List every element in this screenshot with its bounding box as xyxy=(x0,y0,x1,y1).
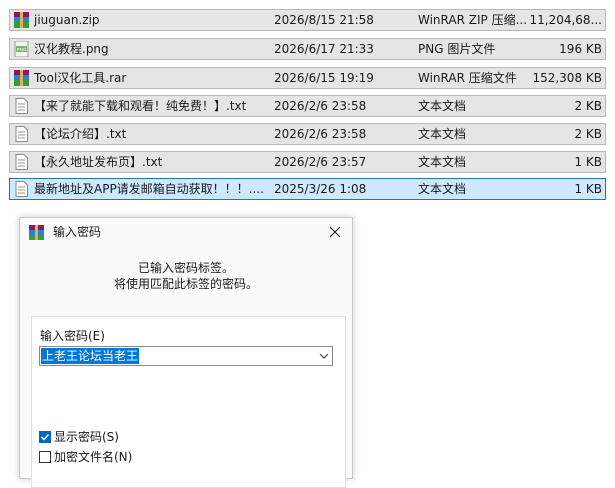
file-row[interactable]: 【论坛介绍】.txt 2026/2/6 23:58 文本文档 2 KB xyxy=(9,123,606,145)
chevron-down-icon[interactable] xyxy=(319,352,329,360)
winrar-app-icon xyxy=(29,225,44,240)
file-name: jiuguan.zip xyxy=(34,13,100,27)
checkmark-icon xyxy=(40,433,50,441)
close-icon xyxy=(329,226,341,238)
show-password-checkbox[interactable]: 显示密码(S) xyxy=(39,428,119,445)
dialog-info: 已输入密码标签。 将使用匹配此标签的密码。 xyxy=(20,260,352,292)
file-date: 2026/2/6 23:57 xyxy=(274,155,367,169)
text-file-icon xyxy=(15,181,28,197)
file-date: 2026/8/15 21:58 xyxy=(274,13,374,27)
password-value: 上老王论坛当老王 xyxy=(41,348,140,364)
file-row[interactable]: 【来了就能下载和观看！纯免费！】.txt 2026/2/6 23:58 文本文档… xyxy=(9,95,606,117)
password-group: 输入密码(E) 上老王论坛当老王 显示密码(S) 加密文件名(N) xyxy=(31,316,346,488)
file-row-selected[interactable]: 最新地址及APP请发邮箱自动获取！！！.... 2025/3/26 1:08 文… xyxy=(9,178,606,200)
file-date: 2026/2/6 23:58 xyxy=(274,127,367,141)
dialog-titlebar[interactable]: 输入密码 xyxy=(20,218,352,246)
checkbox-checked[interactable] xyxy=(39,430,51,443)
info-line: 将使用匹配此标签的密码。 xyxy=(113,277,258,291)
file-name: 【永久地址发布页】.txt xyxy=(34,155,163,169)
file-date: 2025/3/26 1:08 xyxy=(274,182,367,196)
dialog-title: 输入密码 xyxy=(53,225,102,239)
file-size: 11,204,68... xyxy=(529,13,602,27)
text-file-icon xyxy=(15,154,28,170)
file-date: 2026/6/17 21:33 xyxy=(274,42,374,56)
file-size: 2 KB xyxy=(574,99,602,113)
png-file-icon: PNG xyxy=(14,41,29,57)
file-name: 汉化教程.png xyxy=(34,42,109,56)
file-name: 【来了就能下载和观看！纯免费！】.txt xyxy=(34,99,247,113)
checkbox-unchecked[interactable] xyxy=(39,450,51,463)
file-name: Tool汉化工具.rar xyxy=(34,71,127,85)
winrar-archive-icon xyxy=(14,12,29,28)
file-name: 【论坛介绍】.txt xyxy=(34,127,127,141)
file-row[interactable]: 【永久地址发布页】.txt 2026/2/6 23:57 文本文档 1 KB xyxy=(9,151,606,173)
info-line: 已输入密码标签。 xyxy=(137,261,234,275)
password-dialog: 输入密码 已输入密码标签。 将使用匹配此标签的密码。 输入密码(E) 上老王论坛… xyxy=(19,217,353,488)
file-date: 2026/2/6 23:58 xyxy=(274,99,367,113)
file-size: 1 KB xyxy=(574,155,602,169)
file-size: 196 KB xyxy=(559,42,602,56)
password-label: 输入密码(E) xyxy=(40,329,105,343)
file-date: 2026/6/15 19:19 xyxy=(274,71,374,85)
file-size: 1 KB xyxy=(574,182,602,196)
password-input[interactable]: 上老王论坛当老王 xyxy=(39,346,333,366)
encrypt-filenames-checkbox[interactable]: 加密文件名(N) xyxy=(39,448,132,465)
winrar-archive-icon xyxy=(14,70,29,86)
text-file-icon xyxy=(15,98,28,114)
text-file-icon xyxy=(15,126,28,142)
file-row[interactable]: Tool汉化工具.rar 2026/6/15 19:19 WinRAR 压缩文件… xyxy=(9,67,606,89)
close-button[interactable] xyxy=(318,218,352,246)
file-name: 最新地址及APP请发邮箱自动获取！！！.... xyxy=(34,182,264,196)
file-row[interactable]: PNG 汉化教程.png 2026/6/17 21:33 PNG 图片文件 19… xyxy=(9,38,606,60)
file-size: 152,308 KB xyxy=(532,71,602,85)
svg-text:PNG: PNG xyxy=(17,47,27,52)
file-size: 2 KB xyxy=(574,127,602,141)
show-password-label: 显示密码(S) xyxy=(54,430,119,444)
encrypt-filenames-label: 加密文件名(N) xyxy=(54,450,133,464)
file-row[interactable]: jiuguan.zip 2026/8/15 21:58 WinRAR ZIP 压… xyxy=(9,9,606,31)
